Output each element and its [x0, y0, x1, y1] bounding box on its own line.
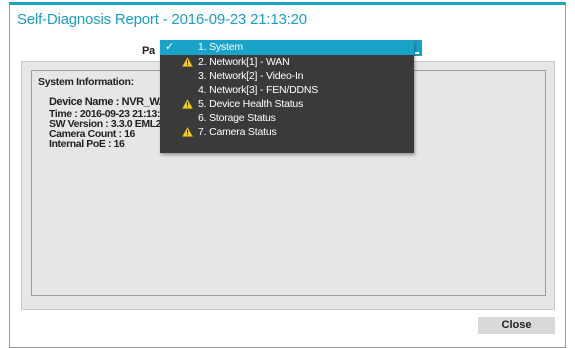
page-select-label: Pa: [142, 45, 155, 57]
close-button[interactable]: Close: [478, 317, 555, 334]
menu-item-network-wan[interactable]: 2. Network[1] - WAN: [160, 55, 414, 69]
menu-item-label: 6. Storage Status: [198, 112, 276, 124]
system-info-lines: Device Name : NVR_WAN_ Time : 2016-09-23…: [49, 97, 161, 149]
system-info-heading: System Information:: [38, 76, 134, 88]
chevron-down-icon: [415, 52, 419, 54]
device-name-line: Device Name : NVR_WAN_: [49, 97, 161, 108]
menu-item-system[interactable]: ✓ 1. System: [160, 40, 414, 55]
checkmark-icon: ✓: [165, 41, 175, 53]
menu-item-network-video-in[interactable]: 3. Network[2] - Video-In: [160, 69, 414, 83]
menu-item-label: 7. Camera Status: [198, 126, 277, 138]
menu-item-label: 3. Network[2] - Video-In: [198, 70, 304, 82]
menu-item-camera-status[interactable]: 7. Camera Status: [160, 125, 414, 139]
menu-item-label: 5. Device Health Status: [198, 98, 304, 110]
menu-item-label: 1. System: [198, 41, 243, 53]
menu-item-label: 2. Network[1] - WAN: [198, 56, 290, 68]
warning-icon: [181, 126, 194, 137]
page-dropdown-menu[interactable]: ✓ 1. System 2. Network[1] - WAN 3. Netwo…: [160, 40, 414, 153]
menu-item-network-fen-ddns[interactable]: 4. Network[3] - FEN/DDNS: [160, 83, 414, 97]
menu-item-device-health[interactable]: 5. Device Health Status: [160, 97, 414, 111]
menu-item-label: 4. Network[3] - FEN/DDNS: [198, 84, 319, 96]
warning-icon: [181, 98, 194, 109]
warning-icon: [181, 56, 194, 67]
dialog-title: Self-Diagnosis Report - 2016-09-23 21:13…: [17, 11, 307, 28]
internal-poe-line: Internal PoE : 16: [49, 138, 125, 149]
menu-item-storage-status[interactable]: 6. Storage Status: [160, 111, 414, 125]
